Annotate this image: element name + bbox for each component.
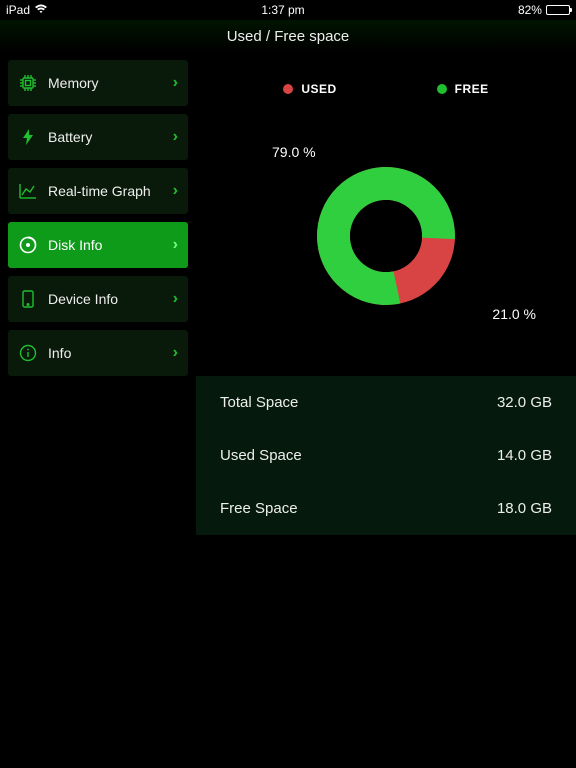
chevron-right-icon: › <box>173 236 178 254</box>
sidebar-item-battery[interactable]: Battery › <box>8 114 188 160</box>
total-space-value: 32.0 GB <box>497 394 552 411</box>
status-left: iPad <box>6 3 48 17</box>
device-icon <box>18 289 38 309</box>
chart-legend: USED FREE <box>196 82 576 96</box>
sidebar-item-label: Info <box>48 345 163 361</box>
sidebar-item-memory[interactable]: Memory › <box>8 60 188 106</box>
info-row-free: Free Space 18.0 GB <box>196 482 576 535</box>
sidebar-item-label: Disk Info <box>48 237 163 253</box>
info-row-total: Total Space 32.0 GB <box>196 376 576 429</box>
dot-used-icon <box>283 84 293 94</box>
device-label: iPad <box>6 3 30 17</box>
used-percentage-label: 21.0 % <box>492 306 536 322</box>
free-space-value: 18.0 GB <box>497 500 552 517</box>
info-icon <box>18 343 38 363</box>
wifi-icon <box>34 3 48 17</box>
sidebar-item-realtime-graph[interactable]: Real-time Graph › <box>8 168 188 214</box>
total-space-label: Total Space <box>220 394 298 411</box>
chevron-right-icon: › <box>173 128 178 146</box>
legend-used: USED <box>283 82 336 96</box>
sidebar-item-label: Memory <box>48 75 163 91</box>
chevron-right-icon: › <box>173 290 178 308</box>
info-panel: Total Space 32.0 GB Used Space 14.0 GB F… <box>196 376 576 535</box>
sidebar-item-label: Real-time Graph <box>48 183 163 199</box>
main-panel: USED FREE 79.0 % 21.0 % Total Space 32.0… <box>196 52 576 768</box>
page-title: Used / Free space <box>0 20 576 52</box>
battery-icon <box>546 5 570 15</box>
donut-svg <box>311 161 461 311</box>
status-time: 1:37 pm <box>261 3 304 17</box>
info-row-used: Used Space 14.0 GB <box>196 429 576 482</box>
dot-free-icon <box>437 84 447 94</box>
chevron-right-icon: › <box>173 344 178 362</box>
status-bar: iPad 1:37 pm 82% <box>0 0 576 20</box>
chevron-right-icon: › <box>173 74 178 92</box>
disk-icon <box>18 235 38 255</box>
used-space-label: Used Space <box>220 447 302 464</box>
battery-pct: 82% <box>518 3 542 17</box>
sidebar-item-info[interactable]: Info › <box>8 330 188 376</box>
bolt-icon <box>18 127 38 147</box>
donut-chart: 79.0 % 21.0 % <box>196 96 576 376</box>
graph-icon <box>18 181 38 201</box>
cpu-icon <box>18 73 38 93</box>
legend-free: FREE <box>437 82 489 96</box>
sidebar-item-disk-info[interactable]: Disk Info › <box>8 222 188 268</box>
sidebar-item-device-info[interactable]: Device Info › <box>8 276 188 322</box>
free-percentage-label: 79.0 % <box>272 144 316 160</box>
sidebar: Memory › Battery › Real-time Graph › Dis… <box>0 52 196 768</box>
sidebar-item-label: Battery <box>48 129 163 145</box>
chevron-right-icon: › <box>173 182 178 200</box>
sidebar-item-label: Device Info <box>48 291 163 307</box>
status-right: 82% <box>518 3 570 17</box>
used-space-value: 14.0 GB <box>497 447 552 464</box>
free-space-label: Free Space <box>220 500 298 517</box>
